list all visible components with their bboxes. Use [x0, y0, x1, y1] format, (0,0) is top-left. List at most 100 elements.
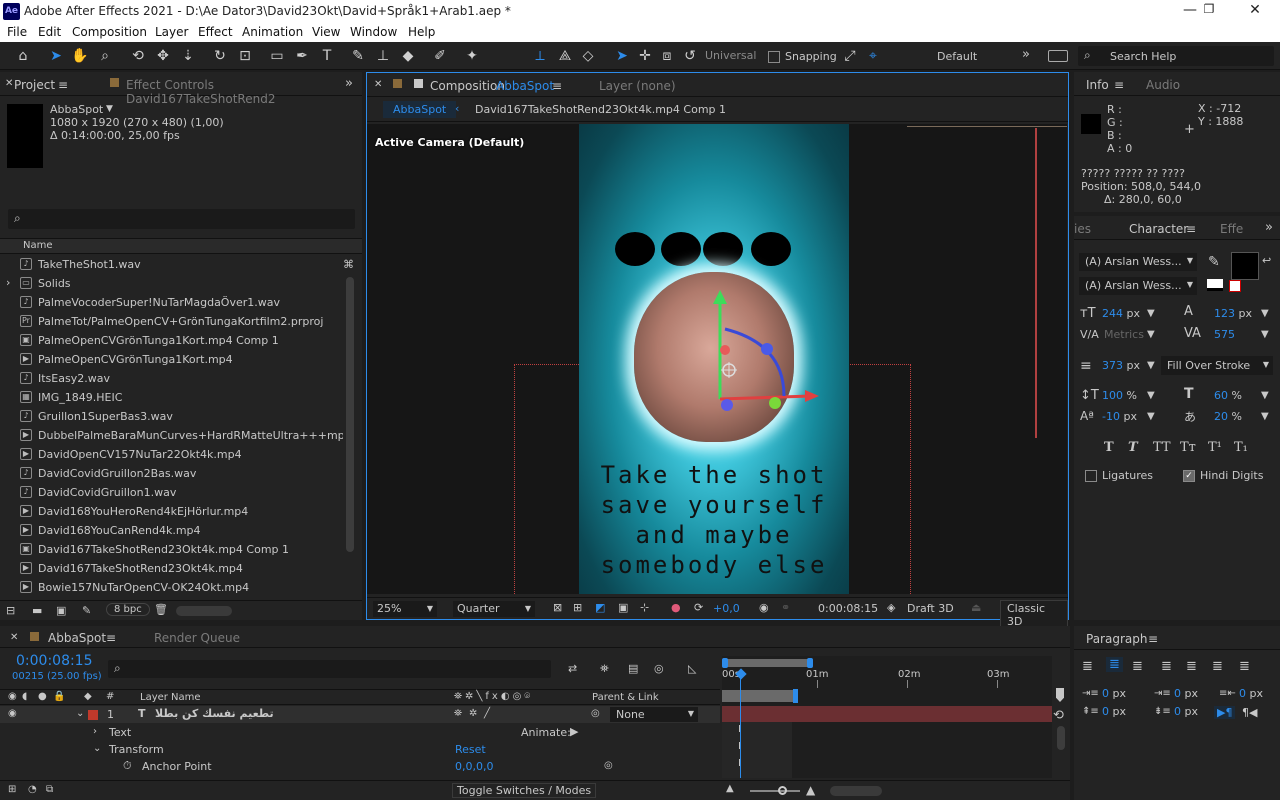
timeline-menu-icon[interactable]: ≡: [106, 631, 116, 645]
snap-icon[interactable]: ⤢: [840, 46, 860, 66]
snapping-label[interactable]: Snapping: [785, 50, 837, 63]
eyedropper-icon[interactable]: ✎: [1208, 254, 1220, 270]
comp-button-icon[interactable]: ⟲: [1053, 708, 1064, 723]
tab-info[interactable]: Info: [1086, 78, 1109, 92]
baseline-shift-value[interactable]: -10 px: [1102, 410, 1137, 423]
expand-chevron-icon[interactable]: ›: [93, 726, 97, 737]
close-icon[interactable]: ✕: [1240, 2, 1270, 18]
menu-animation[interactable]: Animation: [242, 25, 303, 39]
ltr-direction-icon[interactable]: ▶¶: [1214, 706, 1236, 719]
transform-reset-link[interactable]: Reset: [455, 743, 486, 756]
space-before-value[interactable]: 0 px: [1102, 705, 1126, 718]
close-tab-icon[interactable]: ✕: [5, 78, 13, 89]
new-comp-icon[interactable]: ▣: [56, 604, 66, 617]
timeline-timecode[interactable]: 0:00:08:15: [16, 653, 93, 669]
layer-switches-icon[interactable]: ⊞: [8, 784, 16, 795]
stroke-swatch-white[interactable]: [1207, 279, 1223, 291]
transparency-grid-icon[interactable]: ⊞: [573, 601, 582, 614]
sync-settings-icon[interactable]: [1048, 50, 1068, 62]
project-item[interactable]: ▶ David168YouHeroRend4kEjHörlur.mp4: [0, 502, 343, 521]
hindi-digits-checkbox[interactable]: ✓: [1183, 470, 1195, 482]
timeline-zoom-thumb[interactable]: [778, 786, 787, 795]
justify-center-icon[interactable]: ≣: [1186, 659, 1197, 674]
tab-composition-name[interactable]: AbbaSpot: [496, 79, 554, 93]
frame-blending-icon[interactable]: ◎: [654, 662, 664, 675]
zoom-out-icon[interactable]: ▲: [726, 783, 734, 794]
anchor-point-row[interactable]: ⏱ Anchor Point 0,0,0,0 ◎: [0, 758, 720, 775]
align-right-icon[interactable]: ≣: [1132, 659, 1143, 674]
project-item[interactable]: Pr PalmeTot/PalmeOpenCV+GrönTungaKortfilm…: [0, 312, 343, 331]
animate-add-icon[interactable]: ▶: [570, 725, 578, 738]
stroke-dropdown-icon[interactable]: ▼: [1147, 360, 1155, 371]
timeline-vertical-scrollbar[interactable]: [1057, 726, 1065, 750]
tsume-value[interactable]: 20 %: [1214, 410, 1242, 423]
home-icon[interactable]: ⌂: [13, 46, 33, 66]
font-size-dropdown-icon[interactable]: ▼: [1147, 308, 1155, 319]
restore-icon[interactable]: ❐: [1194, 2, 1224, 16]
eye-icon[interactable]: ◉: [8, 708, 17, 719]
interpret-footage-icon[interactable]: ⊟: [6, 604, 15, 617]
tab-properties[interactable]: ies: [1074, 222, 1091, 236]
expand-chevron-icon[interactable]: ›: [6, 276, 10, 289]
quality-switch-icon[interactable]: ╱: [484, 708, 490, 719]
transfer-controls-icon[interactable]: ◔: [28, 784, 37, 795]
font-family-dropdown[interactable]: (A) Arslan Wess... ▼: [1079, 253, 1197, 271]
timeline-zoom-track[interactable]: [750, 790, 800, 792]
dolly-tool-icon[interactable]: ⇣: [178, 46, 198, 66]
close-tab-icon[interactable]: ✕: [374, 79, 382, 90]
leading-value[interactable]: 123 px: [1214, 307, 1252, 320]
more-tabs-icon[interactable]: »: [1265, 220, 1273, 235]
menu-help[interactable]: Help: [408, 25, 435, 39]
tab-audio[interactable]: Audio: [1146, 78, 1180, 92]
faux-bold-button[interactable]: T: [1104, 440, 1114, 455]
tab-composition[interactable]: Composition: [430, 79, 505, 93]
project-search-input[interactable]: ⌕: [8, 209, 355, 229]
tracking-value[interactable]: 575: [1214, 328, 1235, 341]
parent-dropdown[interactable]: None ▼: [610, 707, 698, 722]
stroke-width-value[interactable]: 373 px: [1102, 359, 1140, 372]
zoom-in-icon[interactable]: ▲: [806, 783, 815, 797]
menu-effect[interactable]: Effect: [198, 25, 233, 39]
collapse-chevron-icon[interactable]: ⌄: [93, 743, 101, 754]
font-style-dropdown[interactable]: (A) Arslan Wess... ▼: [1079, 277, 1197, 295]
rotate-tool-icon[interactable]: ↻: [210, 46, 230, 66]
puppet-tool-icon[interactable]: ✦: [462, 46, 482, 66]
project-item[interactable]: ▶ PalmeOpenCVGrönTunga1Kort.mp4: [0, 350, 343, 369]
solo-toggle-icon[interactable]: ●: [38, 691, 47, 702]
universal-label[interactable]: Universal: [705, 49, 756, 62]
shy-switch-icon[interactable]: ⛯: [454, 708, 462, 719]
layer-duration-bar[interactable]: [722, 706, 1052, 722]
faux-italic-button[interactable]: T: [1128, 440, 1138, 455]
text-property-row[interactable]: › Text Animate: ▶: [0, 724, 720, 741]
channels-icon[interactable]: ●: [671, 601, 681, 614]
new-folder-icon[interactable]: ▬: [32, 604, 42, 617]
3d-select-icon[interactable]: ➤: [612, 46, 632, 66]
clone-stamp-icon[interactable]: ⊥: [373, 46, 393, 66]
project-settings-icon[interactable]: ✎: [82, 604, 91, 617]
project-item[interactable]: ▶ David167TakeShotRend23Okt4k.mp4: [0, 559, 343, 578]
3d-move-icon[interactable]: ✛: [635, 46, 655, 66]
work-area-marker[interactable]: [793, 689, 798, 703]
project-item[interactable]: ♪ Gruillon1SuperBas3.wav: [0, 407, 343, 426]
column-name-label[interactable]: Name: [23, 240, 53, 251]
exposure-value[interactable]: +0,0: [713, 602, 740, 615]
indent-first-value[interactable]: 0 px: [1174, 687, 1198, 700]
render-time-icon[interactable]: ⧉: [46, 784, 53, 795]
label-color-swatch[interactable]: [88, 710, 98, 720]
video-toggle-icon[interactable]: ◉: [8, 691, 17, 702]
hscale-dropdown-icon[interactable]: ▼: [1261, 390, 1269, 401]
project-item[interactable]: ▶ David168YouCanRend4k.mp4: [0, 521, 343, 540]
search-help-field[interactable]: ⌕ Search Help: [1078, 46, 1274, 66]
workspace-default[interactable]: Default: [937, 50, 977, 63]
ligatures-checkbox[interactable]: [1085, 470, 1097, 482]
project-item[interactable]: ▦ IMG_1849.HEIC: [0, 388, 343, 407]
project-item[interactable]: ▶ DubbelPalmeBaraMunCurves+HardRMatteUltr…: [0, 426, 343, 445]
hand-tool-icon[interactable]: ✋: [70, 46, 90, 66]
region-of-interest-icon[interactable]: ⊠: [553, 601, 562, 614]
show-snapshot-icon[interactable]: ⚭: [781, 601, 790, 614]
view-axis-icon[interactable]: ◇: [578, 46, 598, 66]
extended-viewer-icon[interactable]: ⏏: [971, 601, 981, 614]
timeline-search-input[interactable]: ⌕: [108, 660, 551, 678]
tab-paragraph[interactable]: Paragraph: [1086, 632, 1147, 646]
work-area-bar[interactable]: [722, 659, 812, 667]
